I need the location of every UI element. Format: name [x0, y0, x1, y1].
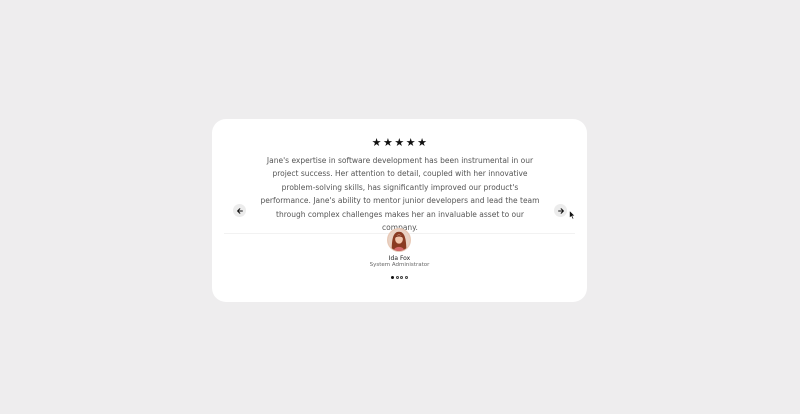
star-icon: ★: [382, 136, 394, 149]
rating-stars: ★★★★★: [212, 137, 587, 149]
avatar: [387, 228, 411, 252]
author-role: System Administrator: [369, 262, 430, 268]
author-name: Ida Fox: [388, 255, 411, 262]
arrow-right-icon: [557, 207, 564, 214]
prev-slide-button[interactable]: [233, 204, 246, 217]
testimonial-quote: Jane's expertise in software development…: [260, 156, 540, 232]
star-icon: ★: [417, 136, 428, 149]
pagination-dot-1[interactable]: [391, 276, 395, 279]
star-icon: ★: [371, 136, 382, 149]
pagination-dot-3[interactable]: [400, 276, 404, 279]
carousel-pagination: [212, 276, 587, 279]
testimonial-card: ★★★★★ Jane's expertise in software devel…: [212, 119, 587, 302]
next-slide-button[interactable]: [554, 204, 567, 217]
mouse-cursor-icon: [569, 210, 576, 220]
star-icon: ★: [394, 136, 405, 149]
avatar-portrait: [388, 229, 410, 251]
star-icon: ★: [405, 136, 417, 149]
arrow-left-icon: [236, 207, 243, 214]
page: ★★★★★ Jane's expertise in software devel…: [0, 0, 800, 414]
pagination-dot-2[interactable]: [395, 276, 399, 279]
pagination-dot-4[interactable]: [404, 276, 408, 279]
